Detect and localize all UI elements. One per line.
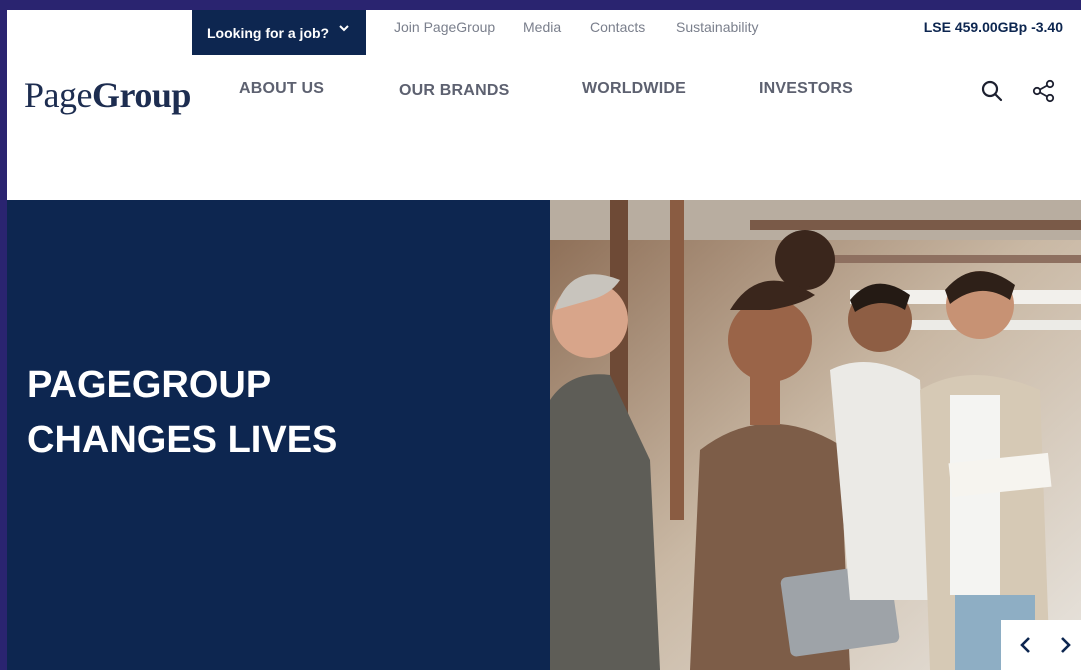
join-pagegroup-link[interactable]: Join PageGroup: [394, 19, 495, 35]
search-icon[interactable]: [979, 78, 1005, 104]
nav-about-us[interactable]: ABOUT US: [239, 80, 324, 98]
hero-photo: [550, 200, 1081, 670]
chevron-down-icon: [339, 25, 349, 32]
hero-panel: PAGEGROUP CHANGES LIVES: [7, 200, 550, 670]
chevron-left-icon[interactable]: [1016, 634, 1036, 656]
contacts-link[interactable]: Contacts: [590, 19, 645, 35]
share-icon[interactable]: [1031, 78, 1057, 104]
hero-title: PAGEGROUP CHANGES LIVES: [27, 364, 338, 461]
chevron-right-icon[interactable]: [1055, 634, 1075, 656]
looking-for-job-button[interactable]: Looking for a job?: [192, 10, 366, 55]
nav-worldwide[interactable]: WORLDWIDE: [582, 80, 686, 98]
media-link[interactable]: Media: [523, 19, 561, 35]
utility-bar: Looking for a job? Join PageGroup Media …: [7, 10, 1081, 55]
hero-photo-illustration: [550, 200, 1081, 670]
stock-price: LSE 459.00GBp -3.40: [923, 19, 1063, 35]
carousel-controls: [1001, 620, 1081, 670]
pagegroup-logo[interactable]: PageGroup: [24, 74, 191, 116]
logo-group: Group: [91, 75, 191, 115]
page-frame: Looking for a job? Join PageGroup Media …: [7, 10, 1081, 670]
nav-investors[interactable]: INVESTORS: [759, 80, 853, 98]
job-button-label: Looking for a job?: [207, 24, 330, 41]
sustainability-link[interactable]: Sustainability: [676, 19, 759, 35]
nav-our-brands[interactable]: OUR BRANDS: [399, 82, 509, 100]
logo-page: Page: [24, 75, 92, 115]
